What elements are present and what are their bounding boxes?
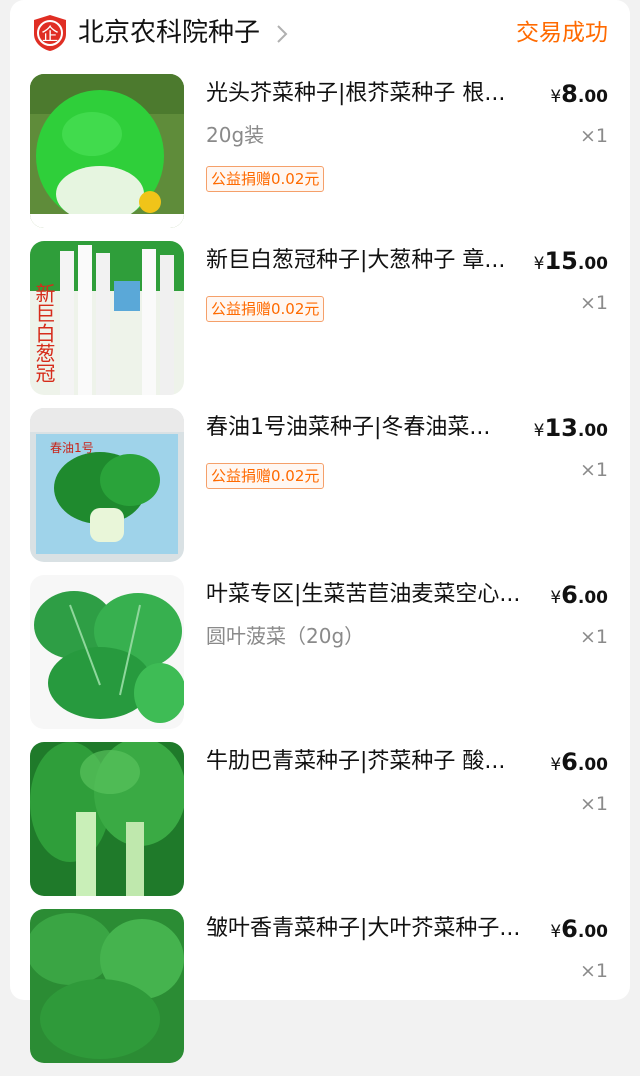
product-price: ¥13.00: [533, 414, 608, 442]
svg-text:春油1号: 春油1号: [50, 441, 94, 455]
svg-text:新巨白葱冠: 新巨白葱冠: [32, 283, 56, 383]
product-quantity: ×1: [579, 960, 608, 982]
order-status: 交易成功: [516, 20, 608, 46]
product-title[interactable]: 新巨白葱冠种子|大葱种子 章...: [206, 245, 528, 277]
product-quantity: ×1: [579, 793, 608, 815]
product-title[interactable]: 春油1号油菜种子|冬春油菜...: [206, 412, 528, 444]
product-title[interactable]: 叶菜专区|生菜苦苣油麦菜空心...: [206, 579, 528, 611]
order-item[interactable]: 光头芥菜种子|根芥菜种子 根... ¥8.00 20g装 ×1 公益捐赠0.02…: [10, 74, 630, 241]
product-image[interactable]: 春油1号: [30, 408, 184, 562]
order-item[interactable]: 春油1号 春油1号油菜种子|冬春油菜... ¥13.00 ×1 公益捐赠0.02…: [10, 408, 630, 575]
product-price: ¥6.00: [550, 581, 608, 609]
product-image[interactable]: 新巨白葱冠: [30, 241, 184, 395]
product-image[interactable]: [30, 742, 184, 896]
product-quantity: ×1: [579, 626, 608, 648]
order-item[interactable]: 牛肋巴青菜种子|芥菜种子 酸... ¥6.00 ×1: [10, 742, 630, 909]
product-title[interactable]: 牛肋巴青菜种子|芥菜种子 酸...: [206, 746, 528, 778]
shop-name[interactable]: 北京农科院种子: [78, 15, 260, 51]
product-price: ¥8.00: [550, 80, 608, 108]
chevron-right-icon[interactable]: [275, 24, 289, 44]
product-quantity: ×1: [579, 292, 608, 314]
product-price: ¥6.00: [550, 915, 608, 943]
product-title[interactable]: 光头芥菜种子|根芥菜种子 根...: [206, 78, 528, 110]
order-card: 企 北京农科院种子 交易成功 光头芥菜种子|根芥菜种子 根... ¥8.00 2…: [10, 0, 630, 1063]
donation-badge: 公益捐赠0.02元: [206, 296, 325, 322]
donation-badge: 公益捐赠0.02元: [206, 463, 325, 489]
product-image[interactable]: [30, 909, 184, 1063]
product-image[interactable]: [30, 74, 184, 228]
svg-text:企: 企: [42, 25, 59, 45]
product-quantity: ×1: [579, 125, 608, 147]
product-spec: 20g装: [206, 123, 265, 147]
order-item[interactable]: 新巨白葱冠 新巨白葱冠种子|大葱种子 章... ¥15.00 ×1 公益捐赠0.…: [10, 241, 630, 408]
product-price: ¥6.00: [550, 748, 608, 776]
shop-header[interactable]: 企 北京农科院种子 交易成功: [10, 0, 630, 68]
product-image[interactable]: [30, 575, 184, 729]
order-item[interactable]: 叶菜专区|生菜苦苣油麦菜空心... ¥6.00 圆叶菠菜（20g） ×1: [10, 575, 630, 742]
product-quantity: ×1: [579, 459, 608, 481]
product-spec: 圆叶菠菜（20g）: [206, 624, 365, 648]
order-item[interactable]: 皱叶香青菜种子|大叶芥菜种子... ¥6.00 ×1: [10, 909, 630, 1076]
donation-badge: 公益捐赠0.02元: [206, 166, 325, 192]
product-price: ¥15.00: [533, 247, 608, 275]
product-title[interactable]: 皱叶香青菜种子|大叶芥菜种子...: [206, 913, 528, 945]
shop-logo-icon: 企: [32, 14, 68, 52]
